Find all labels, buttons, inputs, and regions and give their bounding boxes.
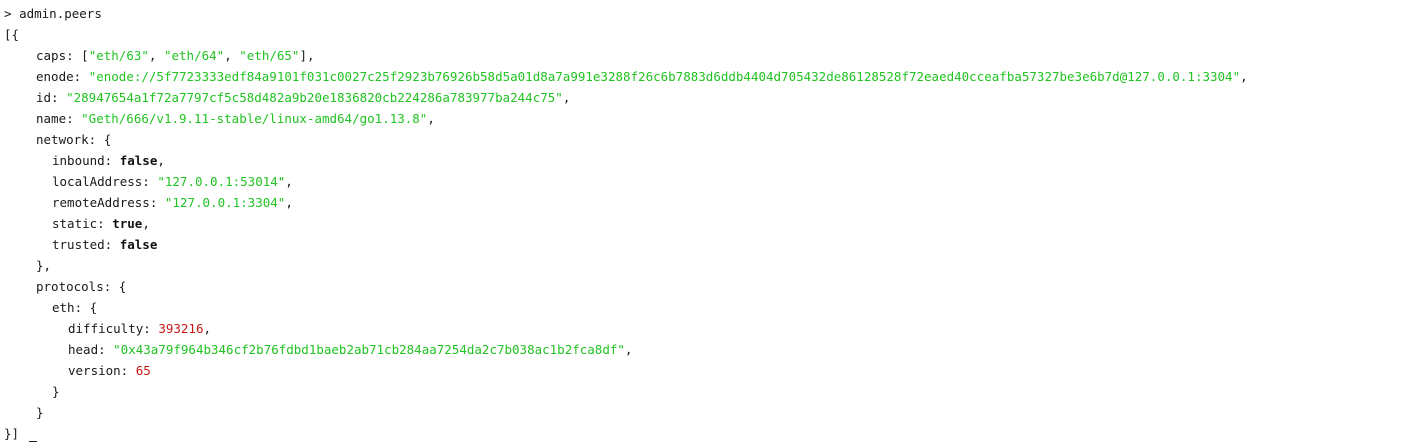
eth-open: eth: { (52, 300, 98, 315)
prompt-symbol: > (4, 6, 20, 21)
command-line: > admin.peers (4, 3, 1420, 24)
enode-line: enode: "enode://5f7723333edf84a9101f031c… (36, 69, 1248, 84)
difficulty-value: 393216 (158, 321, 204, 336)
head-line: head: "0x43a79f964b346cf2b76fdbd1baeb2ab… (68, 342, 633, 357)
inbound-line: inbound: false, (52, 153, 165, 168)
eth-close: } (52, 384, 60, 399)
inbound-value: false (119, 153, 158, 168)
local-address-line: localAddress: "127.0.0.1:53014", (52, 174, 293, 189)
local-address-value: "127.0.0.1:53014" (157, 174, 286, 189)
remote-address-value: "127.0.0.1:3304" (164, 195, 286, 210)
terminal-output[interactable]: > admin.peers [{ caps: ["eth/63", "eth/6… (0, 0, 1420, 443)
text-cursor (29, 441, 38, 442)
id-value: "28947654a1f72a7797cf5c58d482a9b20e18368… (66, 90, 563, 105)
trusted-line: trusted: false (52, 237, 158, 252)
version-value: 65 (135, 363, 151, 378)
version-line: version: 65 (68, 363, 151, 378)
enode-value: "enode://5f7723333edf84a9101f031c0027c25… (88, 69, 1241, 84)
difficulty-line: difficulty: 393216, (68, 321, 211, 336)
remote-address-line: remoteAddress: "127.0.0.1:3304", (52, 195, 293, 210)
open-bracket: [{ (4, 24, 1420, 45)
id-line: id: "28947654a1f72a7797cf5c58d482a9b20e1… (36, 90, 571, 105)
trusted-value: false (119, 237, 158, 252)
protocols-close: } (36, 405, 44, 420)
protocols-open: protocols: { (36, 279, 127, 294)
static-value: true (112, 216, 143, 231)
static-line: static: true, (52, 216, 150, 231)
network-close: }, (36, 258, 52, 273)
array-close: }] (4, 426, 20, 441)
name-line: name: "Geth/666/v1.9.11-stable/linux-amd… (36, 111, 435, 126)
cap-value: "eth/64" (163, 48, 225, 63)
close-bracket: }] (4, 423, 1420, 444)
head-value: "0x43a79f964b346cf2b76fdbd1baeb2ab71cb28… (113, 342, 625, 357)
cap-value: "eth/63" (88, 48, 149, 63)
caps-line: caps: ["eth/63", "eth/64", "eth/65"], (36, 48, 315, 63)
cap-value: "eth/65" (239, 48, 300, 63)
command-text: admin.peers (19, 6, 102, 21)
name-value: "Geth/666/v1.9.11-stable/linux-amd64/go1… (81, 111, 428, 126)
network-open: network: { (36, 132, 112, 147)
array-open: [{ (4, 27, 20, 42)
